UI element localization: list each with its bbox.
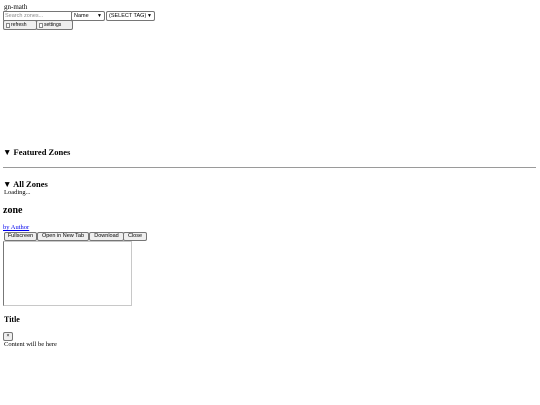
close-icon: × (6, 333, 10, 339)
tag-select[interactable]: (SELECT TAG) ▼ (106, 11, 155, 21)
fullscreen-button[interactable]: Fullscreen (4, 232, 37, 241)
zone-title: zone (3, 205, 23, 216)
popup-title: Title (4, 315, 20, 324)
broken-image-icon (39, 22, 43, 28)
chevron-down-icon: ▼ (147, 13, 152, 19)
broken-image-icon (6, 22, 10, 28)
sort-select[interactable]: Name ▼ (71, 11, 105, 21)
download-button[interactable]: Download (89, 232, 124, 241)
sort-select-value: Name (74, 13, 89, 19)
close-button[interactable]: Close (123, 232, 147, 241)
settings-button-label: settings (44, 22, 62, 28)
loading-text: Loading... (4, 189, 31, 196)
author-link[interactable]: by Author (3, 224, 29, 232)
open-new-tab-button[interactable]: Open in New Tab (37, 232, 89, 241)
zone-frame[interactable] (3, 241, 132, 306)
popup-close-button[interactable]: × (3, 332, 13, 341)
page-root: gn-math Name ▼ (SELECT TAG) ▼ refresh se… (0, 0, 540, 405)
section-divider (3, 167, 536, 168)
all-zones-toggle[interactable]: ▼ All Zones (3, 179, 48, 189)
featured-zones-toggle[interactable]: ▼ Featured Zones (3, 147, 70, 157)
refresh-button[interactable]: refresh (3, 20, 37, 30)
refresh-button-label: refresh (11, 22, 27, 28)
settings-button[interactable]: settings (36, 20, 73, 30)
tag-select-value: (SELECT TAG) (109, 13, 147, 19)
app-title: gn-math (4, 3, 28, 11)
popup-body: Content will be here (4, 341, 57, 348)
chevron-down-icon: ▼ (97, 13, 102, 19)
